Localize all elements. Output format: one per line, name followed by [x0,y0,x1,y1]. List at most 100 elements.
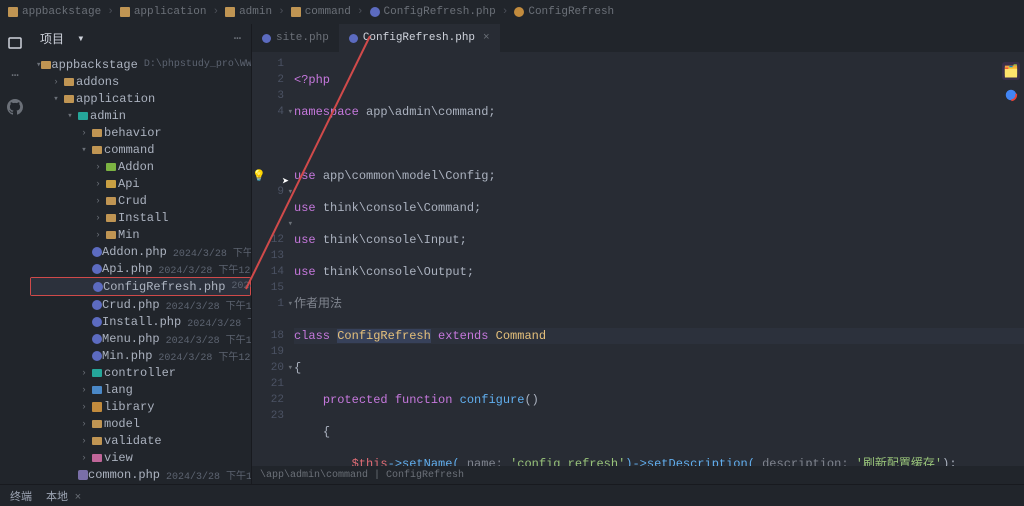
php-icon [92,334,102,344]
php-icon [92,264,102,274]
sidebar-title: 项目 ▾⋯ [30,24,251,52]
folder-icon [120,7,130,17]
status-path: \app\admin\command | ConfigRefresh [252,466,1024,484]
file-api[interactable]: Api.php2024/3/28 下午12:03 [30,260,251,277]
editor: site.php ConfigRefresh.php× 123 4▾ 💡 9▾ … [252,24,1024,484]
folder-icon [106,180,116,188]
fold-icon[interactable]: ▾ [288,184,293,200]
gutter: 123 4▾ 💡 9▾ ▾ 12131415 1▾ 1819 20▾ 21222… [252,52,294,466]
tree-dir-install[interactable]: ›Install [30,209,251,226]
php-icon [78,470,88,480]
chevron-right-icon: › [502,6,509,18]
folder-icon [106,214,116,222]
fold-icon[interactable]: ▾ [288,360,293,376]
tool-icon-2[interactable] [1002,86,1020,104]
tree-root[interactable]: ▾appbackstageD:\phpstudy_pro\WWW\app [30,56,251,73]
folder-icon [92,146,102,154]
folder-icon [92,420,102,428]
tab-local[interactable]: 本地 × [46,488,81,504]
project-icon[interactable] [6,34,24,52]
chevron-right-icon: › [357,6,364,18]
bulb-icon[interactable]: 💡 [252,169,266,185]
highlight-annotation: ConfigRefresh.php2024/7/ [30,277,251,296]
php-icon [262,34,271,43]
activity-bar: ⋯ [0,24,30,484]
crumb-app[interactable]: application [120,6,207,18]
close-icon[interactable]: × [75,492,82,504]
tree-command[interactable]: ▾command [30,141,251,158]
tree-addons[interactable]: ›addons [30,73,251,90]
tree-behavior[interactable]: ›behavior [30,124,251,141]
php-icon [92,247,102,257]
crumb-root[interactable]: appbackstage [8,6,101,18]
fold-icon[interactable]: ▾ [288,296,293,312]
tree-lang[interactable]: ›lang [30,381,251,398]
close-icon[interactable]: × [483,32,490,44]
folder-icon [64,95,74,103]
tree-dir-addon[interactable]: ›Addon [30,158,251,175]
tree-admin[interactable]: ▾admin [30,107,251,124]
tree-dir-crud[interactable]: ›Crud [30,192,251,209]
folder-icon [106,163,116,171]
php-icon [92,300,102,310]
github-icon[interactable] [6,98,24,116]
breadcrumb: appbackstage › application › admin › com… [0,0,1024,24]
fold-icon[interactable]: ▾ [288,104,293,120]
file-common[interactable]: common.php2024/3/28 下午12: [30,466,251,483]
tree-view[interactable]: ›view [30,449,251,466]
right-tool-icons: 🗂️ [1002,62,1020,104]
tab-site[interactable]: site.php [252,24,339,52]
folder-icon [225,7,235,17]
crumb-command[interactable]: command [291,6,351,18]
tree-dir-api[interactable]: ›Api [30,175,251,192]
folder-icon [64,78,74,86]
tree-controller[interactable]: ›controller [30,364,251,381]
php-icon [349,34,358,43]
tree-library[interactable]: ›library [30,398,251,415]
php-icon [92,351,102,361]
file-crud[interactable]: Crud.php2024/3/28 下午12:03 [30,296,251,313]
folder-icon [78,112,88,120]
folder-icon [106,231,116,239]
file-min[interactable]: Min.php2024/3/28 下午12:03, [30,347,251,364]
folder-icon [92,386,102,394]
tree-validate[interactable]: ›validate [30,432,251,449]
folder-icon [92,129,102,137]
chevron-right-icon: › [212,6,219,18]
crumb-file[interactable]: ConfigRefresh.php [370,6,496,18]
php-icon [92,317,102,327]
tab-configrefresh[interactable]: ConfigRefresh.php× [339,24,500,52]
crumb-class[interactable]: ConfigRefresh [514,6,614,18]
folder-icon [106,197,116,205]
file-install[interactable]: Install.php2024/3/28 下午12 [30,313,251,330]
file-addon[interactable]: Addon.php2024/3/28 下午12:0 [30,243,251,260]
folder-icon [92,369,102,377]
root-path: D:\phpstudy_pro\WWW\app [144,59,251,70]
chevron-right-icon: › [278,6,285,18]
folder-icon [92,454,102,462]
more-icon[interactable]: ⋯ [6,66,24,84]
file-menu[interactable]: Menu.php2024/3/28 下午12:03 [30,330,251,347]
tree-model[interactable]: ›model [30,415,251,432]
tool-icon-1[interactable]: 🗂️ [1002,62,1020,80]
sidebar: 项目 ▾⋯ ▾appbackstageD:\phpstudy_pro\WWW\a… [30,24,252,484]
folder-icon [92,402,102,412]
php-icon [93,282,103,292]
tree-dir-min[interactable]: ›Min [30,226,251,243]
fold-icon[interactable]: ▾ [288,216,293,232]
tab-terminal[interactable]: 终端 [10,488,32,504]
folder-icon [291,7,301,17]
tree-application[interactable]: ▾application [30,90,251,107]
class-icon [514,7,524,17]
php-icon [370,7,380,17]
folder-icon [92,437,102,445]
crumb-admin[interactable]: admin [225,6,272,18]
project-tree: ▾appbackstageD:\phpstudy_pro\WWW\app ›ad… [30,52,251,484]
bottom-panel-tabs: 终端 本地 × [0,484,1024,506]
chevron-right-icon: › [107,6,114,18]
sidebar-menu-icon[interactable]: ⋯ [234,31,241,46]
folder-icon [8,7,18,17]
code-area[interactable]: 123 4▾ 💡 9▾ ▾ 12131415 1▾ 1819 20▾ 21222… [252,52,1024,466]
tab-bar: site.php ConfigRefresh.php× [252,24,1024,52]
file-configrefresh[interactable]: ConfigRefresh.php2024/7/ [31,278,250,295]
